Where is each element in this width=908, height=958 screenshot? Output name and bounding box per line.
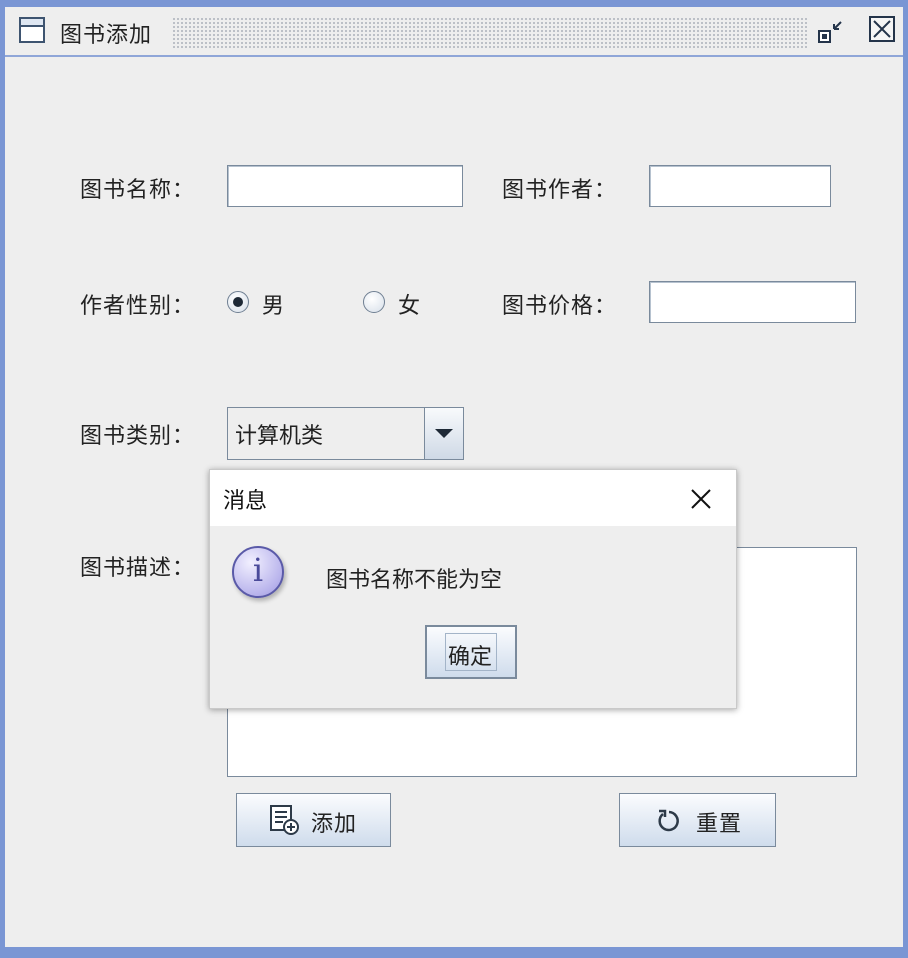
dropdown-arrow-icon[interactable]: [424, 408, 463, 459]
title-bar-grip[interactable]: [172, 17, 808, 49]
ok-button-label: 确定: [448, 645, 493, 670]
book-author-input[interactable]: [649, 165, 831, 207]
book-author-label: 图书作者：: [502, 178, 618, 203]
restore-button[interactable]: [817, 17, 847, 47]
message-dialog[interactable]: 消息 i 图书名称不能为空 确定: [209, 469, 737, 709]
dialog-message: 图书名称不能为空: [326, 568, 503, 593]
book-name-input[interactable]: [227, 165, 463, 207]
gender-female-radio[interactable]: [363, 291, 385, 313]
book-type-label: 图书类别：: [80, 424, 196, 449]
gender-label: 作者性别：: [80, 294, 196, 319]
dialog-header[interactable]: 消息: [210, 470, 736, 526]
close-icon: [691, 489, 711, 509]
book-type-selected: 计算机类: [235, 424, 324, 449]
restore-icon: [818, 21, 842, 43]
book-desc-label: 图书描述：: [80, 556, 196, 581]
title-bar[interactable]: 图书添加: [5, 7, 903, 57]
radio-selected-dot: [233, 297, 243, 307]
reset-button[interactable]: 重置: [619, 793, 776, 847]
book-price-label: 图书价格：: [502, 294, 618, 319]
window-title: 图书添加: [60, 23, 153, 48]
add-record-icon: [270, 805, 299, 835]
close-button[interactable]: [869, 16, 895, 42]
reset-button-label: 重置: [696, 812, 743, 837]
book-type-select[interactable]: 计算机类: [227, 407, 464, 460]
book-price-input[interactable]: [649, 281, 856, 323]
gender-male-label[interactable]: 男: [262, 288, 285, 320]
gender-male-radio[interactable]: [227, 291, 249, 313]
window-icon: [19, 17, 45, 43]
ok-button[interactable]: 确定: [425, 625, 517, 679]
refresh-icon: [658, 809, 679, 832]
book-name-label: 图书名称：: [80, 178, 196, 203]
close-icon: [873, 20, 891, 38]
info-icon: i: [232, 546, 284, 598]
gender-female-label[interactable]: 女: [398, 288, 421, 320]
add-button-label: 添加: [311, 812, 358, 837]
add-button[interactable]: 添加: [236, 793, 391, 847]
dialog-title: 消息: [223, 489, 268, 514]
dialog-close-button[interactable]: [686, 484, 716, 514]
